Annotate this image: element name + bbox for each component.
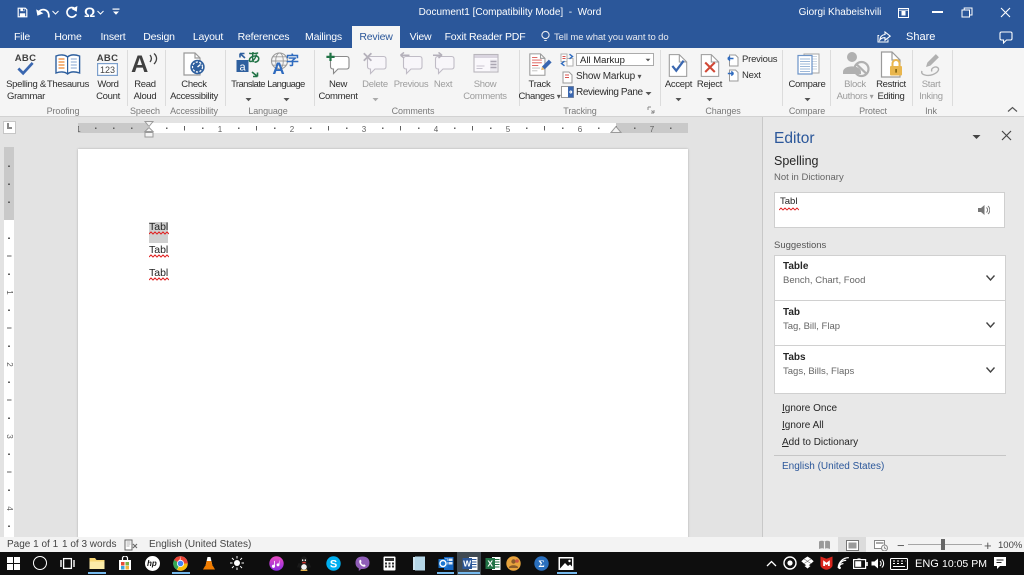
svg-text:a: a [239,62,246,74]
svg-text:4: 4 [5,506,14,511]
svg-text:X: X [487,559,493,569]
svg-text:1: 1 [218,125,223,133]
svg-text:6: 6 [578,125,583,133]
svg-text:3: 3 [362,125,367,133]
svg-text:あ: あ [247,52,260,65]
svg-text:4: 4 [434,125,439,133]
svg-text:1: 1 [78,125,81,133]
svg-text:5: 5 [506,125,511,133]
svg-text:2: 2 [290,125,295,133]
svg-text:字: 字 [286,53,299,68]
svg-text:123: 123 [100,65,115,75]
svg-text:S: S [330,559,337,571]
svg-text:1: 1 [5,290,14,295]
svg-text:W: W [463,559,472,569]
svg-text:3: 3 [5,434,14,439]
svg-text:A: A [272,59,284,78]
svg-text:2: 2 [5,362,14,367]
svg-text:7: 7 [650,125,655,133]
svg-text:Σ: Σ [538,560,544,570]
